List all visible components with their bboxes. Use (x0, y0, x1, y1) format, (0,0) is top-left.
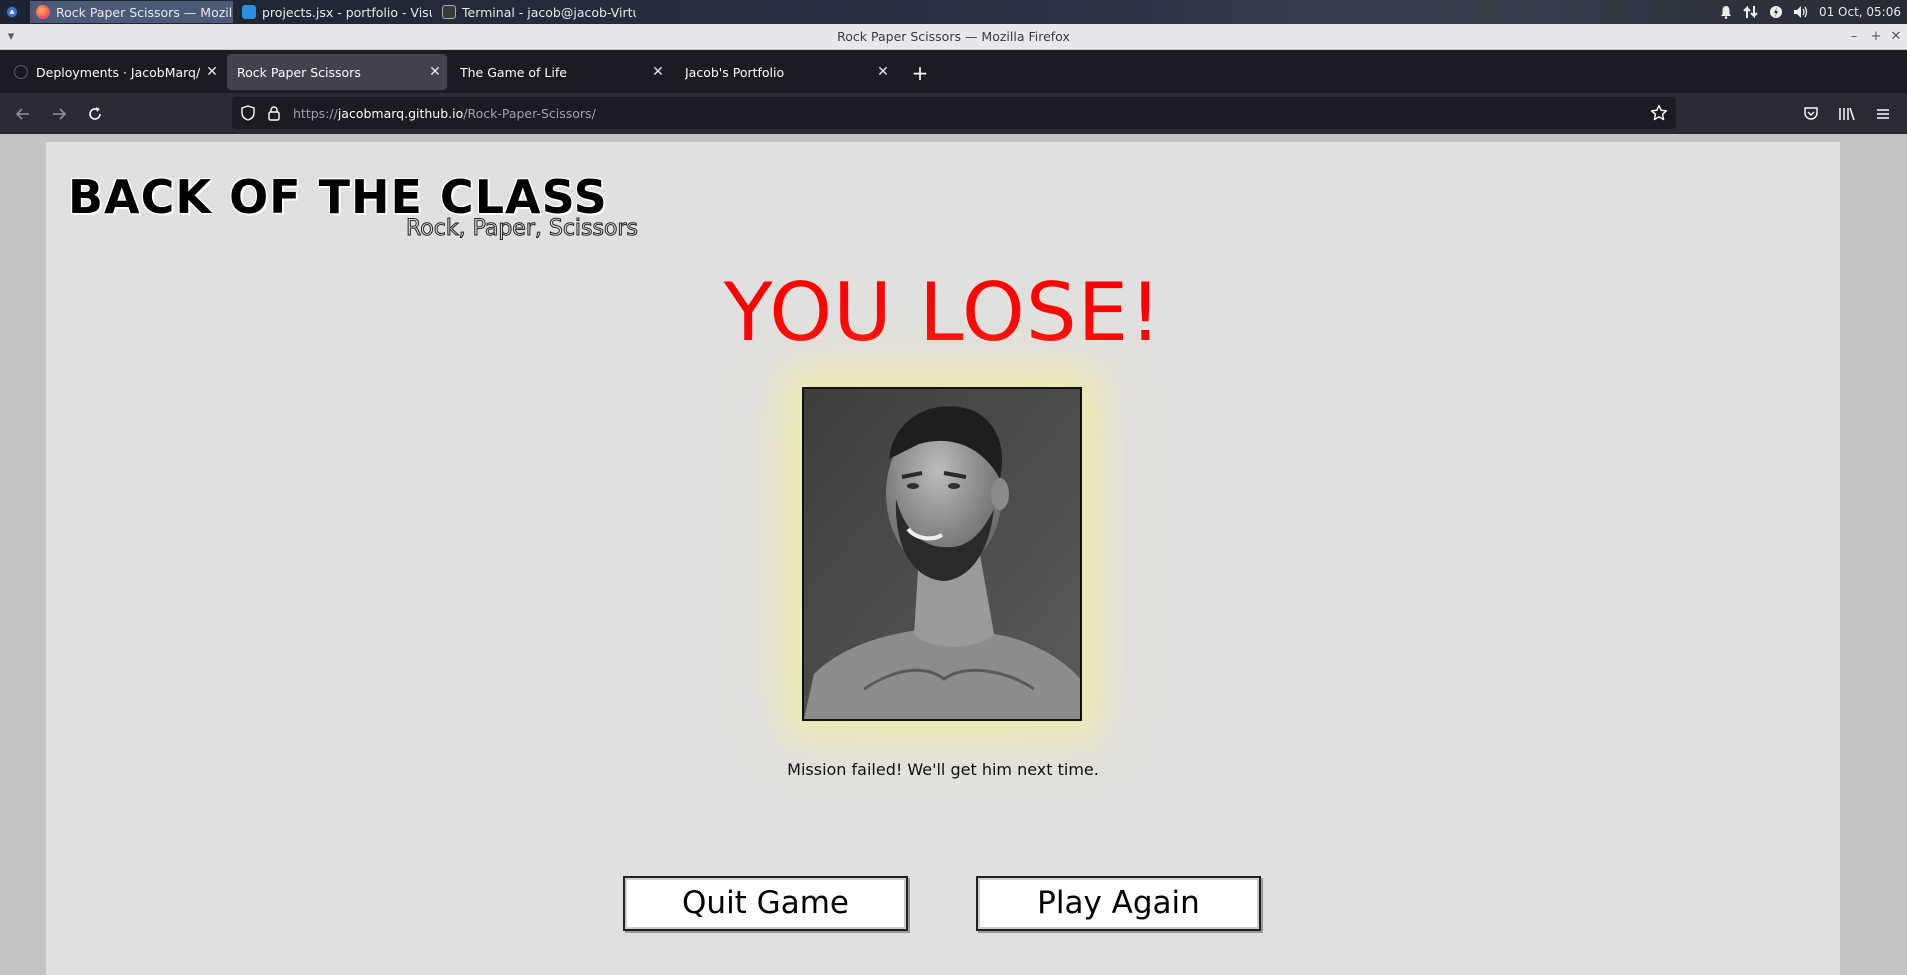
close-window-icon[interactable]: ✕ (1887, 28, 1905, 46)
tab-label: Jacob's Portfolio (685, 64, 785, 80)
volume-icon[interactable] (1793, 5, 1809, 19)
tab-rock-paper-scissors[interactable]: Rock Paper Scissors ✕ (227, 54, 447, 90)
taskbar-item-label: Rock Paper Scissors — Mozil... (56, 4, 233, 20)
firefox-icon (36, 5, 50, 19)
url-text[interactable]: https://jacobmarq.github.io/Rock-Paper-S… (293, 106, 596, 121)
url-path: /Rock-Paper-Scissors/ (463, 105, 596, 121)
taskbar-item-terminal[interactable]: Terminal - jacob@jacob-Virtu... (436, 1, 636, 23)
close-tab-icon[interactable]: ✕ (200, 64, 224, 80)
bookmark-star-icon[interactable] (1650, 104, 1668, 126)
site-subtitle: Rock, Paper, Scissors (406, 216, 639, 242)
tab-jacobs-portfolio[interactable]: Jacob's Portfolio ✕ (675, 54, 895, 90)
shield-icon[interactable] (240, 105, 256, 125)
tab-label: Deployments · JacobMarq/Rock-Paper-Sciss… (36, 64, 200, 80)
taskbar-item-vscode[interactable]: projects.jsx - portfolio - Visua... (236, 1, 432, 23)
taskbar-item-label: Terminal - jacob@jacob-Virtu... (462, 4, 636, 20)
play-again-button[interactable]: Play Again (976, 876, 1261, 931)
github-icon (14, 65, 28, 79)
forward-arrow-icon (53, 108, 67, 120)
os-taskbar: Rock Paper Scissors — Mozil... projects.… (0, 0, 1907, 24)
url-bar[interactable]: https://jacobmarq.github.io/Rock-Paper-S… (232, 97, 1676, 129)
browser-viewport: BACK OF THE CLASS Rock, Paper, Scissors … (0, 134, 1907, 975)
forward-button[interactable] (46, 101, 72, 127)
result-heading: YOU LOSE! (723, 266, 1163, 359)
bell-icon[interactable] (1719, 5, 1733, 19)
close-tab-icon[interactable]: ✕ (646, 64, 670, 80)
back-button[interactable] (10, 101, 36, 127)
url-scheme: https:// (293, 105, 338, 121)
vscode-icon (242, 5, 256, 19)
start-menu-icon[interactable] (0, 1, 24, 23)
portrait-image (804, 389, 1080, 719)
close-tab-icon[interactable]: ✕ (871, 64, 895, 80)
close-tab-icon[interactable]: ✕ (423, 64, 447, 80)
terminal-icon (442, 5, 456, 19)
tab-label: Rock Paper Scissors (237, 64, 361, 80)
tab-deployments[interactable]: Deployments · JacobMarq/Rock-Paper-Sciss… (4, 54, 224, 90)
pocket-button[interactable] (1798, 101, 1824, 127)
minimize-icon[interactable]: – (1845, 28, 1863, 46)
tab-label: The Game of Life (460, 64, 567, 80)
quit-game-button[interactable]: Quit Game (623, 876, 908, 931)
system-tray: 01 Oct, 05:06 (1719, 0, 1907, 24)
network-icon[interactable] (1743, 5, 1759, 19)
tab-game-of-life[interactable]: The Game of Life ✕ (450, 54, 670, 90)
navigation-toolbar: https://jacobmarq.github.io/Rock-Paper-S… (0, 93, 1907, 134)
library-button[interactable] (1834, 101, 1860, 127)
app-menu-button[interactable] (1870, 101, 1896, 127)
power-icon[interactable] (1769, 5, 1783, 19)
url-host: jacobmarq.github.io (337, 105, 464, 121)
back-arrow-icon (15, 108, 29, 120)
reload-button[interactable] (82, 101, 108, 127)
taskbar-item-label: projects.jsx - portfolio - Visua... (262, 4, 432, 20)
game-page: BACK OF THE CLASS Rock, Paper, Scissors … (46, 142, 1840, 975)
window-title: Rock Paper Scissors — Mozilla Firefox (837, 29, 1070, 44)
pocket-icon (1804, 107, 1818, 120)
opponent-portrait (802, 387, 1082, 721)
maximize-icon[interactable]: + (1867, 28, 1885, 46)
tab-strip: Deployments · JacobMarq/Rock-Paper-Sciss… (0, 50, 1907, 93)
lock-icon[interactable] (266, 105, 282, 125)
hamburger-menu-icon (1877, 109, 1889, 119)
new-tab-button[interactable]: + (908, 62, 932, 86)
taskbar-item-firefox[interactable]: Rock Paper Scissors — Mozil... (30, 1, 233, 23)
result-message: Mission failed! We'll get him next time. (787, 760, 1099, 779)
library-icon (1839, 107, 1855, 121)
clock[interactable]: 01 Oct, 05:06 (1819, 5, 1901, 19)
window-titlebar[interactable]: ▾ Rock Paper Scissors — Mozilla Firefox … (0, 24, 1907, 50)
reload-icon (89, 107, 101, 120)
